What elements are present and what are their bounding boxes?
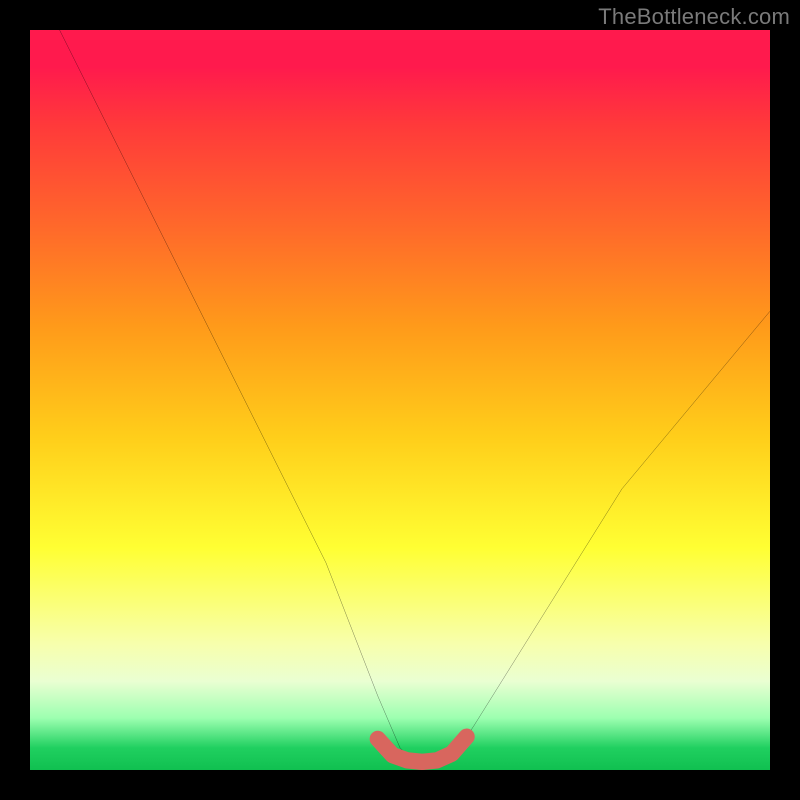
plot-area	[30, 30, 770, 770]
sweet-spot-highlight	[378, 737, 467, 762]
chart-frame: TheBottleneck.com	[0, 0, 800, 800]
bottleneck-curve-line	[60, 30, 770, 763]
chart-svg	[30, 30, 770, 770]
watermark-text: TheBottleneck.com	[598, 4, 790, 30]
